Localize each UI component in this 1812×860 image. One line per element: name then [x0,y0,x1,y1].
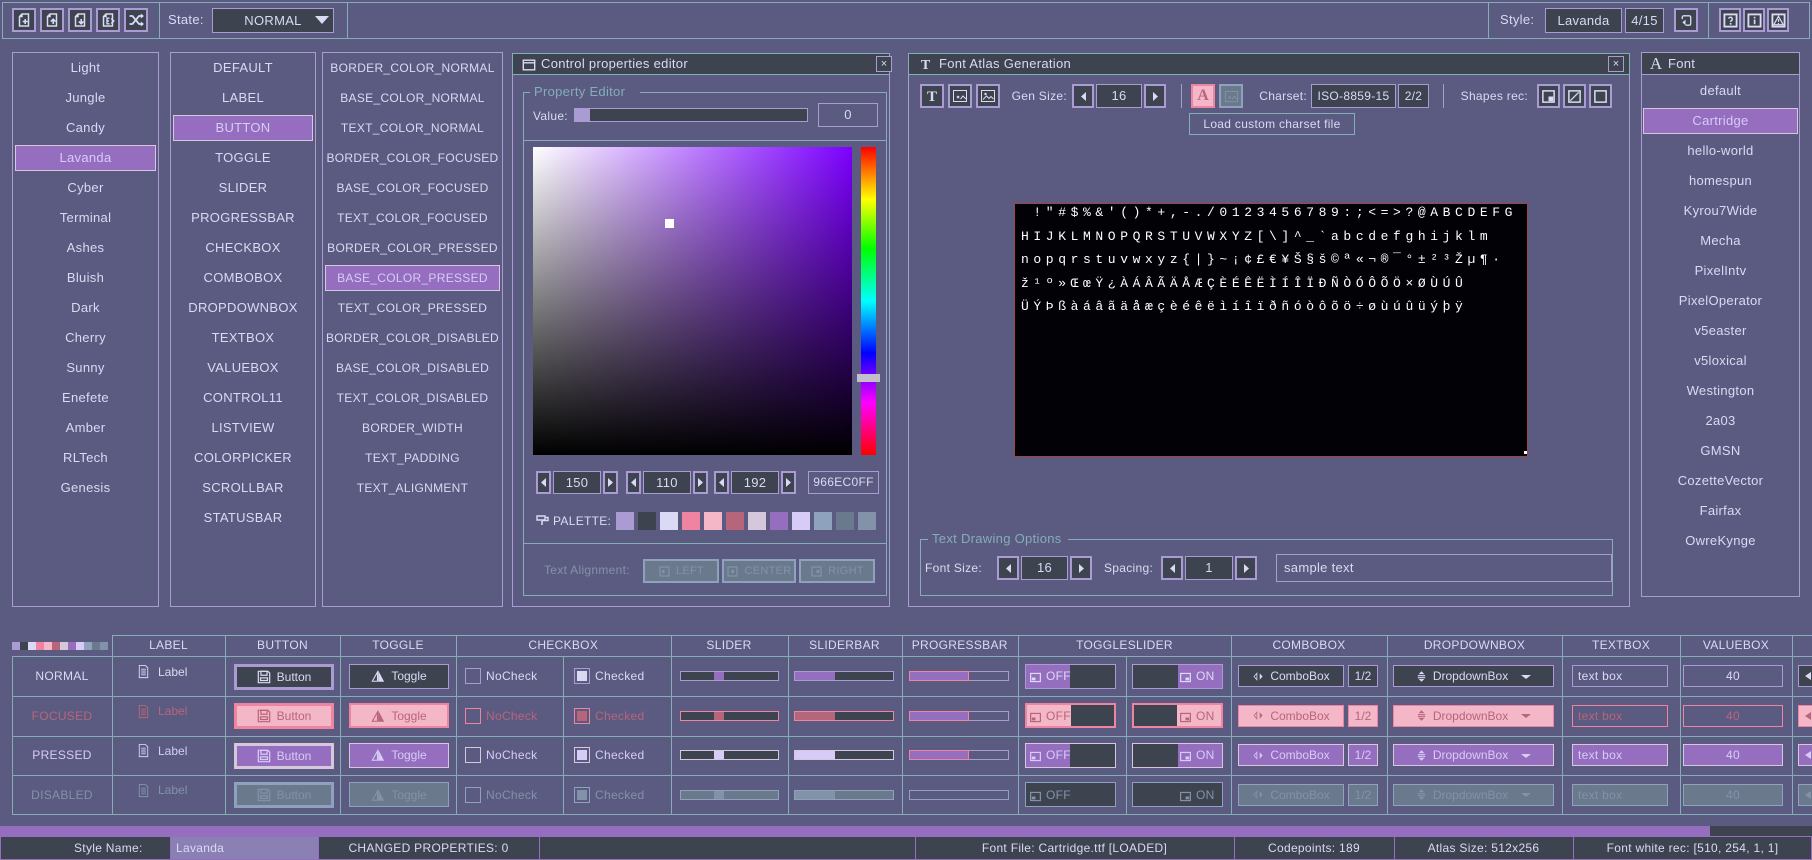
svg-text:T: T [927,89,937,104]
svg-text:T: T [920,57,930,72]
